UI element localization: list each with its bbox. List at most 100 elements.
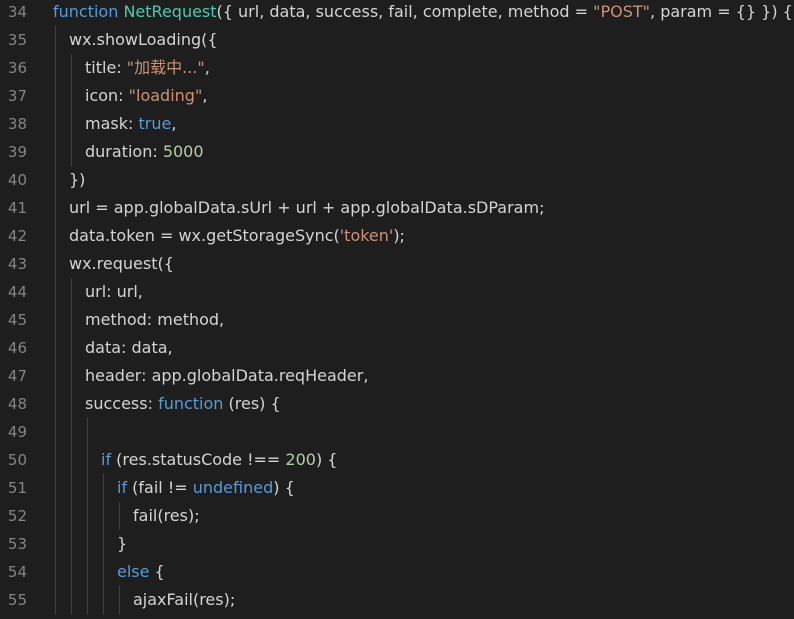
code-token: title: <box>85 58 127 77</box>
code-token: "loading" <box>128 86 203 105</box>
code-token: 5000 <box>162 142 204 161</box>
code-line[interactable]: 44 url: url, <box>0 278 794 306</box>
code-token: 'token' <box>339 226 394 245</box>
code-text: wx.showLoading({ <box>69 26 218 54</box>
code-line[interactable]: 37 icon: "loading", <box>0 82 794 110</box>
code-text: function NetRequest({ url, data, success… <box>53 0 793 26</box>
code-text: data: data, <box>85 334 173 362</box>
code-text: icon: "loading", <box>85 82 207 110</box>
code-token: , param = {} }) { <box>650 2 793 21</box>
code-token: , <box>202 86 208 105</box>
code-token: success: <box>85 394 159 413</box>
code-token: ({ url, data, success, fail, complete, m… <box>216 2 594 21</box>
line-number: 41 <box>7 199 27 217</box>
code-token: fail(res); <box>133 506 200 525</box>
code-line[interactable]: 48 success: function (res) { <box>0 390 794 418</box>
code-token: (res) { <box>223 394 281 413</box>
code-token: function <box>53 2 119 21</box>
code-line[interactable]: 49 <box>0 418 794 446</box>
code-token: url: url, <box>85 282 143 301</box>
line-number: 46 <box>7 339 27 357</box>
line-number: 48 <box>7 395 27 413</box>
line-number: 54 <box>7 563 27 581</box>
line-number: 50 <box>7 451 27 469</box>
line-number: 34 <box>7 3 27 21</box>
code-token: wx.showLoading({ <box>69 30 218 49</box>
line-number: 53 <box>7 535 27 553</box>
code-token: data: data, <box>85 338 173 357</box>
code-line[interactable]: 54 else { <box>0 558 794 586</box>
code-line[interactable]: 35 wx.showLoading({ <box>0 26 794 54</box>
code-line[interactable]: 45 method: method, <box>0 306 794 334</box>
code-text: fail(res); <box>133 502 200 530</box>
code-text: } <box>117 530 127 558</box>
code-token: undefined <box>192 478 274 497</box>
code-token: true <box>138 114 172 133</box>
code-token: ) { <box>273 478 295 497</box>
code-text: if (fail != undefined) { <box>117 474 295 502</box>
code-line[interactable]: 53} <box>0 530 794 558</box>
line-number: 49 <box>7 423 27 441</box>
code-line[interactable]: 47 header: app.globalData.reqHeader, <box>0 362 794 390</box>
code-token: }) <box>69 170 86 189</box>
code-token: "加载中..." <box>126 58 205 77</box>
code-text: duration: 5000 <box>85 138 204 166</box>
code-text: else { <box>117 558 165 586</box>
code-text: wx.request({ <box>69 250 174 278</box>
line-number: 35 <box>7 31 27 49</box>
code-token: header: app.globalData.reqHeader, <box>85 366 369 385</box>
code-token: (fail != <box>127 478 193 497</box>
code-token: mask: <box>85 114 139 133</box>
code-token: { <box>149 562 165 581</box>
code-token: ) { <box>315 450 338 469</box>
code-token: "POST" <box>593 2 651 21</box>
code-text: url = app.globalData.sUrl + url + app.gl… <box>69 194 544 222</box>
code-line[interactable]: 38 mask: true, <box>0 110 794 138</box>
code-line[interactable]: 43 wx.request({ <box>0 250 794 278</box>
line-number: 39 <box>7 143 27 161</box>
line-number: 43 <box>7 255 27 273</box>
code-text: title: "加载中...", <box>85 54 210 82</box>
code-line[interactable]: 39 duration: 5000 <box>0 138 794 166</box>
code-line[interactable]: 42 data.token = wx.getStorageSync('token'… <box>0 222 794 250</box>
code-token: if <box>101 450 112 469</box>
code-token: NetRequest <box>123 2 217 21</box>
code-token: wx.request({ <box>69 254 174 273</box>
code-token: 200 <box>285 450 316 469</box>
code-line[interactable]: 55 ajaxFail(res); <box>0 586 794 614</box>
code-line[interactable]: 34 function NetRequest({ url, data, succe… <box>0 0 794 26</box>
code-line[interactable]: 41 url = app.globalData.sUrl + url + app.… <box>0 194 794 222</box>
code-token: function <box>158 394 224 413</box>
code-token: ); <box>393 226 405 245</box>
code-token: data.token = wx.getStorageSync( <box>69 226 340 245</box>
line-number: 37 <box>7 87 27 105</box>
line-number: 42 <box>7 227 27 245</box>
code-token: duration: <box>85 142 163 161</box>
code-token: url = app.globalData.sUrl + url + app.gl… <box>69 198 545 217</box>
code-token: method: method, <box>85 310 225 329</box>
code-line[interactable]: 52 fail(res); <box>0 502 794 530</box>
code-text: data.token = wx.getStorageSync('token'); <box>69 222 405 250</box>
code-line[interactable]: 51 if (fail != undefined) { <box>0 474 794 502</box>
line-number: 52 <box>7 507 27 525</box>
code-text: header: app.globalData.reqHeader, <box>85 362 368 390</box>
line-number: 40 <box>7 171 27 189</box>
code-line[interactable]: 36 title: "加载中...", <box>0 54 794 82</box>
line-number: 55 <box>7 591 27 609</box>
code-text: url: url, <box>85 278 143 306</box>
code-text: ajaxFail(res); <box>133 586 235 614</box>
code-text: success: function (res) { <box>85 390 281 418</box>
code-line[interactable]: 50 if (res.statusCode !== 200) { <box>0 446 794 474</box>
code-editor[interactable]: 34 function NetRequest({ url, data, succe… <box>0 0 794 619</box>
code-text: method: method, <box>85 306 224 334</box>
code-line[interactable]: 46 data: data, <box>0 334 794 362</box>
code-token: , <box>204 58 210 77</box>
line-number: 45 <box>7 311 27 329</box>
code-line[interactable]: 40}) <box>0 166 794 194</box>
code-token: icon: <box>85 86 129 105</box>
code-token: else <box>117 562 150 581</box>
code-token: ajaxFail(res); <box>133 590 236 609</box>
line-number: 36 <box>7 59 27 77</box>
line-number: 38 <box>7 115 27 133</box>
line-number: 47 <box>7 367 27 385</box>
